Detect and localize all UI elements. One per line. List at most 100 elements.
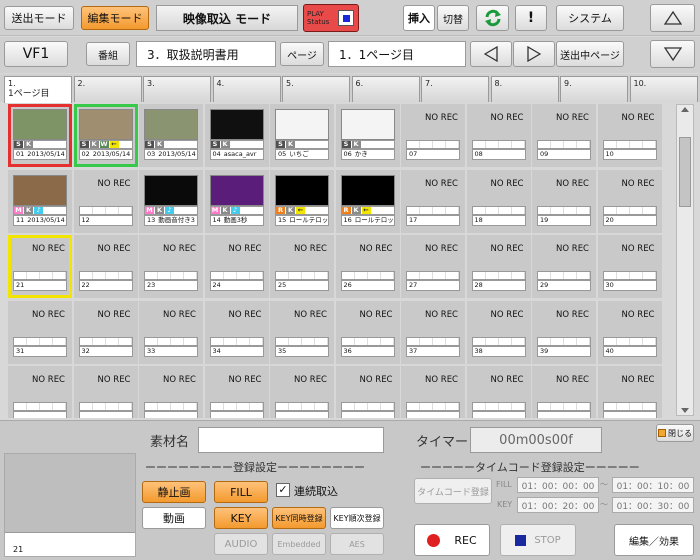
clip-cell[interactable]: NO REC <box>466 366 531 418</box>
clip-cell[interactable]: NO REC 32 <box>73 300 138 364</box>
stop-button[interactable]: STOP <box>500 524 576 556</box>
clip-cell[interactable]: NO REC <box>401 366 465 418</box>
clip-cell[interactable]: NO REC 40 <box>597 300 662 364</box>
clip-cell[interactable]: NO REC 19 <box>532 169 596 233</box>
timecode-register-button[interactable]: タイムコード登録 <box>414 478 492 504</box>
clip-cell[interactable]: NO REC 39 <box>532 300 596 364</box>
clip-cell[interactable]: NO REC 34 <box>204 300 269 364</box>
still-image-button[interactable]: 静止画 <box>142 481 206 503</box>
clip-cell[interactable]: NO REC 27 <box>401 235 465 298</box>
movie-button[interactable]: 動画 <box>142 507 206 529</box>
tc-key-out-field[interactable]: 01：00：30：00 <box>612 497 694 513</box>
clip-cell[interactable]: NO REC 07 <box>401 104 465 167</box>
rec-button[interactable]: REC <box>414 524 490 556</box>
clip-cell[interactable]: S K 04 asaca_avr <box>204 104 269 167</box>
clip-cell[interactable]: NO REC 38 <box>466 300 531 364</box>
clip-cell[interactable]: RK←16ロールテロップ <box>335 169 400 233</box>
key-button[interactable]: KEY <box>214 507 268 529</box>
tab-page-1[interactable]: 1. 1ページ目 <box>4 76 72 103</box>
fill-button[interactable]: FILL <box>214 481 268 503</box>
continuous-capture-checkbox[interactable]: ✓ <box>276 483 290 497</box>
tab-page-8[interactable]: 8. <box>490 76 559 102</box>
clip-cell[interactable]: S K 03 2013/05/14 <box>139 104 203 167</box>
clip-cell[interactable]: NO REC <box>139 366 203 418</box>
audio-button[interactable]: AUDIO <box>214 533 268 555</box>
tc-fill-in-field[interactable]: 01：00：00：00 <box>517 477 599 493</box>
clip-cell[interactable]: NO REC <box>597 366 662 418</box>
material-name-input[interactable] <box>198 427 384 453</box>
tab-page-7[interactable]: 7. <box>421 76 489 102</box>
clip-cell[interactable]: NO REC <box>73 366 138 418</box>
program-button[interactable]: 番組 <box>86 42 130 66</box>
page-field[interactable]: 1．1ページ目 <box>328 41 466 67</box>
clip-cell[interactable]: NO REC 36 <box>335 300 400 364</box>
play-status-indicator[interactable]: PLAY Status <box>303 4 359 32</box>
clip-cell[interactable]: NO REC 26 <box>335 235 400 298</box>
clip-cell[interactable]: NO REC 29 <box>532 235 596 298</box>
edit-effect-button[interactable]: 編集／効果 <box>614 524 694 556</box>
clip-cell[interactable]: NO REC 12 <box>73 169 138 233</box>
clip-cell[interactable]: NO REC 35 <box>270 300 334 364</box>
tab-page-2[interactable]: 2. <box>73 76 142 102</box>
insert-button[interactable]: 挿入 <box>403 5 435 31</box>
scroll-up-button[interactable] <box>650 4 695 32</box>
clip-cell[interactable]: NO REC 17 <box>401 169 465 233</box>
tab-page-5[interactable]: 5. <box>282 76 350 102</box>
clip-cell[interactable]: M K ♪ 11 2013/05/14 <box>8 169 72 233</box>
switch-button[interactable]: 切替 <box>437 5 469 31</box>
tc-fill-out-field[interactable]: 01：00：10：00 <box>612 477 694 493</box>
clip-cell[interactable]: NO REC 21 <box>8 235 72 298</box>
clip-cell[interactable]: NO REC 08 <box>466 104 531 167</box>
page-button[interactable]: ページ <box>280 42 324 66</box>
vf-button[interactable]: VF1 <box>4 41 68 67</box>
prev-page-button[interactable] <box>470 41 512 67</box>
clip-cell[interactable]: NO REC 20 <box>597 169 662 233</box>
clip-cell[interactable]: NO REC 23 <box>139 235 203 298</box>
system-button[interactable]: システム <box>556 5 624 31</box>
next-page-button[interactable] <box>513 41 555 67</box>
clip-cell[interactable]: NO REC 10 <box>597 104 662 167</box>
tab-page-6[interactable]: 6. <box>351 76 420 102</box>
clip-cell[interactable]: NO REC 24 <box>204 235 269 298</box>
tc-key-in-field[interactable]: 01：00：20：00 <box>517 497 599 513</box>
clip-cell[interactable]: NO REC 37 <box>401 300 465 364</box>
send-mode-button[interactable]: 送出モード <box>4 6 74 30</box>
clip-cell[interactable]: NO REC <box>335 366 400 418</box>
scroll-down-icon[interactable] <box>681 408 689 413</box>
clip-cell[interactable]: NO REC 31 <box>8 300 72 364</box>
clip-cell[interactable]: NO REC 18 <box>466 169 531 233</box>
clip-cell[interactable]: S K 05 いちご <box>270 104 334 167</box>
close-button[interactable]: 閉じる <box>656 424 694 442</box>
scroll-thumb[interactable] <box>679 137 691 207</box>
clip-cell[interactable]: NO REC <box>204 366 269 418</box>
tab-page-4[interactable]: 4. <box>212 76 281 102</box>
program-field[interactable]: 3．取扱説明書用 <box>136 41 276 67</box>
scroll-up-icon[interactable] <box>681 107 689 112</box>
tab-page-10[interactable]: 10. <box>629 76 698 102</box>
clip-cell[interactable]: NO REC <box>270 366 334 418</box>
embedded-button[interactable]: Embedded <box>272 533 326 555</box>
edit-mode-button[interactable]: 編集モード <box>81 6 149 30</box>
clip-cell[interactable]: NO REC 09 <box>532 104 596 167</box>
clip-cell[interactable]: NO REC <box>8 366 72 418</box>
clip-cell[interactable]: NO REC <box>532 366 596 418</box>
scroll-down-button[interactable] <box>650 40 695 68</box>
clip-cell[interactable]: RK←15ロールテロップ <box>270 169 334 233</box>
clip-cell[interactable]: NO REC 30 <box>597 235 662 298</box>
aes-button[interactable]: AES <box>330 533 384 555</box>
alert-button[interactable]: ! <box>515 5 547 31</box>
tab-page-9[interactable]: 9. <box>560 76 628 102</box>
clip-cell[interactable]: NO REC 25 <box>270 235 334 298</box>
clip-cell[interactable]: NO REC 28 <box>466 235 531 298</box>
clip-cell[interactable]: S K 06 かき <box>335 104 400 167</box>
send-page-button[interactable]: 送出中ページ <box>556 41 624 67</box>
refresh-button[interactable] <box>476 5 509 31</box>
grid-scrollbar[interactable] <box>676 104 694 416</box>
clip-cell[interactable]: NO REC 22 <box>73 235 138 298</box>
key-sequential-register-button[interactable]: KEY順次登録 <box>330 507 384 529</box>
clip-cell[interactable]: S K W ← 02 2013/05/14 <box>73 104 138 167</box>
clip-cell[interactable]: M K ♪ 13 動画音付き3 <box>139 169 203 233</box>
tab-page-3[interactable]: 3. <box>143 76 211 102</box>
clip-cell[interactable]: NO REC 33 <box>139 300 203 364</box>
clip-cell[interactable]: S K 01 2013/05/14 <box>8 104 72 167</box>
